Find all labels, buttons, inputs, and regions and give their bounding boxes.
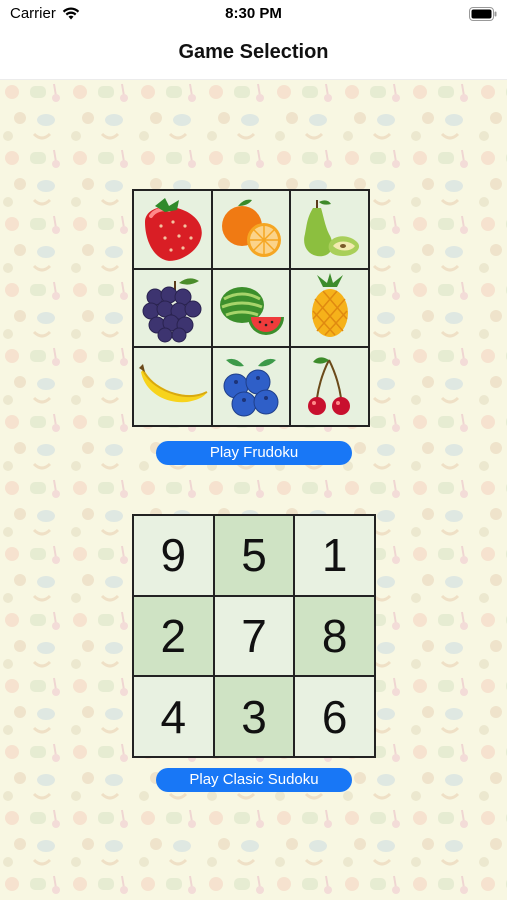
number-cell: 2 [134,596,213,676]
watermelon-icon [219,286,284,335]
number-cell: 5 [214,516,294,595]
grapes-icon [142,278,202,343]
number-cell: 1 [295,516,374,595]
number-cell: 9 [134,516,213,595]
fruit-cell [212,191,290,268]
blueberries-icon [223,358,279,417]
play-classic-sudoku-button[interactable]: Play Clasic Sudoku [156,768,352,792]
page-title: Game Selection [178,41,329,63]
fruit-cell [212,348,290,425]
number-cell: 8 [295,596,374,676]
number-cell: 6 [295,677,374,756]
fruit-cell [291,191,368,268]
navigation-bar: Game Selection [0,30,507,80]
fruit-cell [134,191,211,268]
battery-icon [469,7,497,26]
fruit-cell [134,269,211,347]
number-cell: 3 [214,677,294,756]
orange-icon [221,199,281,258]
strawberry-icon [145,198,203,262]
number-cell: 7 [214,596,294,676]
play-frudoku-button[interactable]: Play Frudoku [156,441,352,465]
frudoku-preview-grid [132,189,370,427]
fruit-cell [134,348,211,425]
game-selection-content: Play Frudoku 9 5 1 2 7 8 4 3 6 Play Clas… [0,80,507,900]
number-cell: 4 [134,677,213,756]
fruit-cell [212,269,290,347]
fruit-cell [291,348,368,425]
pineapple-icon [311,272,348,337]
classic-sudoku-preview-grid: 9 5 1 2 7 8 4 3 6 [132,514,376,758]
fruit-cell [291,269,368,347]
pear-icon [303,200,359,257]
status-time: 8:30 PM [225,5,282,22]
banana-icon [139,363,208,402]
status-bar: Carrier 8:30 PM [0,0,507,30]
cherries-icon [307,357,350,415]
